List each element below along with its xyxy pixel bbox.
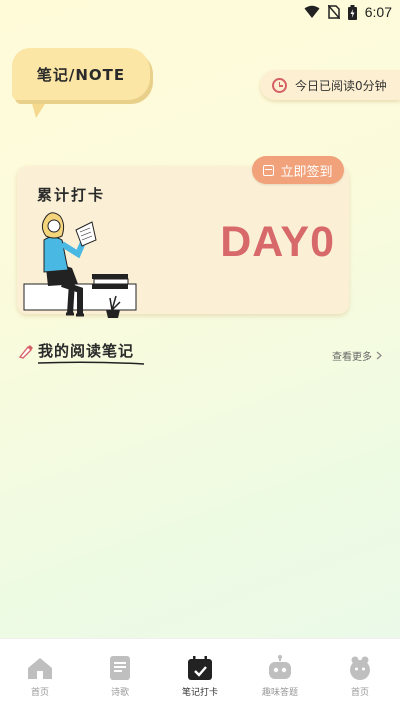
nav-item-quiz[interactable]: 趣味答题	[240, 655, 320, 698]
nav-item-poetry[interactable]: 诗歌	[80, 655, 160, 698]
status-time: 6:07	[364, 4, 392, 20]
nav-label-profile: 首页	[350, 688, 369, 698]
chevron-right-icon	[376, 351, 382, 360]
bottom-nav: 首页 诗歌 笔记打卡 趣味答题 首页	[0, 638, 400, 712]
signin-label: 立即签到	[280, 164, 333, 180]
notes-heading: 我的阅读笔记	[38, 342, 135, 360]
signin-button[interactable]: 立即签到	[252, 156, 344, 184]
note-title: 笔记/NOTE	[36, 65, 126, 84]
avatar-icon	[347, 655, 373, 681]
calendar-icon	[263, 164, 275, 176]
heading-underline	[38, 361, 144, 365]
note-title-bubble: 笔记/NOTE	[12, 48, 150, 100]
reading-woman-illustration	[23, 212, 137, 318]
document-icon	[107, 655, 133, 681]
day-count: DAY0	[220, 218, 335, 266]
robot-icon	[267, 655, 293, 681]
view-more-label: 查看更多	[332, 352, 372, 363]
nav-item-profile[interactable]: 首页	[320, 655, 400, 698]
home-icon	[27, 655, 53, 681]
nav-label-home: 首页	[30, 688, 49, 698]
clock-icon	[272, 77, 287, 93]
reading-time-pill: 今日已阅读0分钟	[260, 70, 400, 100]
calendar-check-icon	[187, 655, 213, 681]
notes-section-header: 我的阅读笔记	[18, 340, 134, 361]
nav-item-home[interactable]: 首页	[0, 655, 80, 698]
pencil-icon	[18, 344, 33, 359]
battery-charging-icon	[347, 4, 357, 20]
no-sim-icon	[327, 5, 340, 19]
status-bar: 6:07	[0, 0, 400, 24]
nav-label-note-checkin: 笔记打卡	[181, 688, 218, 698]
nav-label-quiz: 趣味答题	[261, 688, 298, 698]
nav-label-poetry: 诗歌	[110, 688, 129, 698]
nav-item-note-checkin[interactable]: 笔记打卡	[160, 655, 240, 698]
wifi-icon	[304, 5, 320, 19]
checkin-title: 累计打卡	[37, 186, 106, 204]
reading-time-label: 今日已阅读0分钟	[295, 78, 387, 93]
view-more-link[interactable]: 查看更多	[332, 348, 382, 363]
